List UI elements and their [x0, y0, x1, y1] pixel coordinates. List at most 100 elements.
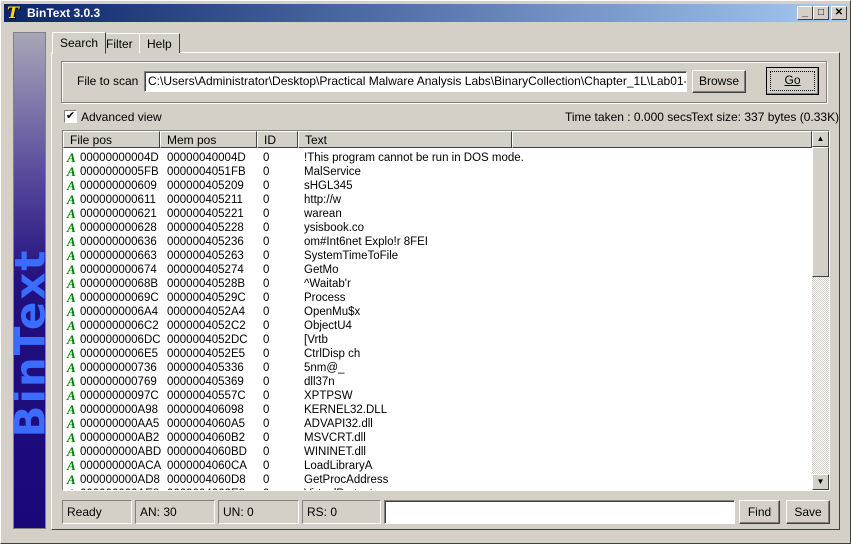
- string-text: GetProcAddress: [304, 474, 389, 486]
- table-row[interactable]: A 000000000AA5 0000004060A5 0 ADVAPI32.dll: [63, 417, 812, 431]
- table-row[interactable]: A 0000000006A4 0000004052A4 0 OpenMu$x: [63, 305, 812, 319]
- find-input[interactable]: [384, 500, 735, 524]
- ascii-marker-icon: A: [67, 206, 76, 221]
- string-id: 0: [263, 362, 270, 374]
- table-row[interactable]: A 00000000069C 00000040529C 0 Process: [63, 291, 812, 305]
- string-text: OpenMu$x: [304, 306, 361, 318]
- mem-pos: 00000040528B: [167, 278, 246, 290]
- string-id: 0: [263, 474, 270, 486]
- text-size: Text size: 337 bytes (0.33K): [691, 110, 840, 124]
- browse-button[interactable]: Browse: [692, 70, 746, 93]
- string-id: 0: [263, 250, 270, 262]
- table-row[interactable]: A 000000000611 000000405211 0 http://w: [63, 193, 812, 207]
- string-id: 0: [263, 348, 270, 360]
- mem-pos: 000000405274: [167, 264, 244, 276]
- vertical-scrollbar[interactable]: ▲ ▼: [812, 131, 829, 490]
- string-id: 0: [263, 208, 270, 220]
- mem-pos: 000000405263: [167, 250, 244, 262]
- column-header-id[interactable]: ID: [257, 131, 298, 148]
- string-text: !This program cannot be run in DOS mode.: [304, 152, 524, 164]
- table-row[interactable]: A 000000000628 000000405228 0 ysisbook.co: [63, 221, 812, 235]
- file-pos: 000000000AD8: [80, 474, 160, 486]
- close-button[interactable]: ✕: [831, 6, 847, 20]
- file-pos: 0000000006E5: [80, 348, 159, 360]
- table-row[interactable]: A 000000000674 000000405274 0 GetMo: [63, 263, 812, 277]
- string-id: 0: [263, 264, 270, 276]
- tab-help[interactable]: Help: [139, 33, 180, 53]
- ascii-marker-icon: A: [67, 388, 76, 403]
- string-text: KERNEL32.DLL: [304, 404, 388, 416]
- table-row[interactable]: A 000000000621 000000405221 0 warean: [63, 207, 812, 221]
- string-id: 0: [263, 390, 270, 402]
- table-row[interactable]: A 0000000006C2 0000004052C2 0 ObjectU4: [63, 319, 812, 333]
- table-row[interactable]: A 000000000636 000000405236 0 om#Int6net Exp…: [63, 235, 812, 249]
- file-pos: 000000000636: [80, 236, 157, 248]
- mem-pos: 000000405236: [167, 236, 244, 248]
- table-row[interactable]: A 00000000097C 00000040557C 0 XPTPSW: [63, 389, 812, 403]
- strings-list[interactable]: File pos Mem pos ID Text A 00000000004D 00…: [62, 130, 830, 491]
- mem-pos: 0000004060B2: [167, 432, 246, 444]
- file-pos: 000000000A98: [80, 404, 159, 416]
- file-path-input[interactable]: C:\Users\Administrator\Desktop\Practical…: [144, 71, 687, 92]
- file-pos: 0000000006A4: [80, 306, 159, 318]
- string-text: om#Int6net Explo!r 8FEI: [304, 236, 429, 248]
- scroll-up-arrow-icon[interactable]: ▲: [812, 131, 829, 147]
- table-row[interactable]: A 0000000005FB 0000004051FB 0 MalService: [63, 165, 812, 179]
- status-rs-count: RS: 0: [302, 500, 381, 524]
- table-row[interactable]: A 000000000AD8 0000004060D8 0 GetProcAddress: [63, 473, 812, 487]
- advanced-view-label: Advanced view: [81, 110, 162, 124]
- file-pos: 000000000AA5: [80, 418, 160, 430]
- table-row[interactable]: A 000000000AB2 0000004060B2 0 MSVCRT.dll: [63, 431, 812, 445]
- find-button[interactable]: Find: [739, 500, 780, 524]
- status-ready: Ready: [62, 500, 132, 524]
- column-header-file-pos[interactable]: File pos: [63, 131, 160, 148]
- maximize-button[interactable]: □: [813, 6, 829, 20]
- string-id: 0: [263, 432, 270, 444]
- file-pos: 000000000628: [80, 222, 157, 234]
- table-row[interactable]: A 000000000769 000000405369 0 dll37n: [63, 375, 812, 389]
- ascii-marker-icon: A: [67, 458, 76, 473]
- column-header-text[interactable]: Text: [298, 131, 512, 148]
- table-row[interactable]: A 000000000A98 000000406098 0 KERNEL32.DLL: [63, 403, 812, 417]
- string-text: sHGL345: [304, 180, 353, 192]
- ascii-marker-icon: A: [67, 332, 76, 347]
- file-pos: 000000000621: [80, 208, 157, 220]
- tab-search[interactable]: Search: [52, 32, 107, 54]
- file-pos: 000000000ABD: [80, 446, 162, 458]
- string-text: ObjectU4: [304, 320, 352, 332]
- file-pos: 000000000611: [80, 194, 156, 206]
- status-an-count: AN: 30: [135, 500, 215, 524]
- string-id: 0: [263, 418, 270, 430]
- ascii-marker-icon: A: [67, 262, 76, 277]
- table-row[interactable]: A 000000000736 000000405336 0 5nm@_: [63, 361, 812, 375]
- column-header-mem-pos[interactable]: Mem pos: [160, 131, 257, 148]
- scrollbar-thumb[interactable]: [812, 147, 829, 277]
- file-pos: 000000000769: [80, 376, 157, 388]
- ascii-marker-icon: A: [67, 192, 76, 207]
- string-id: 0: [263, 292, 270, 304]
- file-to-scan-label: File to scan: [77, 74, 139, 88]
- ascii-marker-icon: A: [67, 360, 76, 375]
- ascii-marker-icon: A: [67, 220, 76, 235]
- logo-sidebar: BinText: [13, 32, 46, 529]
- ascii-marker-icon: A: [67, 346, 76, 361]
- string-text: ysisbook.co: [304, 222, 365, 234]
- table-row[interactable]: A 000000000ACA 0000004060CA 0 LoadLibraryA: [63, 459, 812, 473]
- advanced-view-checkbox[interactable]: ✔: [64, 110, 77, 123]
- string-id: 0: [263, 180, 270, 192]
- table-row[interactable]: A 00000000004D 00000040004D 0 !This program …: [63, 151, 812, 165]
- minimize-button[interactable]: _: [797, 6, 813, 20]
- table-row[interactable]: A 000000000ABD 0000004060BD 0 WININET.dll: [63, 445, 812, 459]
- table-row[interactable]: A 000000000AE8 0000004060E8 0 VirtualProtect: [63, 487, 812, 491]
- go-button[interactable]: Go: [766, 67, 819, 95]
- string-text: CtrlDisp ch: [304, 348, 361, 360]
- table-row[interactable]: A 000000000609 000000405209 0 sHGL345: [63, 179, 812, 193]
- table-row[interactable]: A 000000000663 000000405263 0 SystemTimeToFi…: [63, 249, 812, 263]
- mem-pos: 000000405228: [167, 222, 244, 234]
- scroll-down-arrow-icon[interactable]: ▼: [812, 474, 829, 490]
- table-row[interactable]: A 00000000068B 00000040528B 0 ^Waitab'r: [63, 277, 812, 291]
- save-button[interactable]: Save: [786, 500, 830, 524]
- table-row[interactable]: A 0000000006E5 0000004052E5 0 CtrlDisp ch: [63, 347, 812, 361]
- file-pos: 00000000069C: [80, 292, 159, 304]
- table-row[interactable]: A 0000000006DC 0000004052DC 0 [Vrtb: [63, 333, 812, 347]
